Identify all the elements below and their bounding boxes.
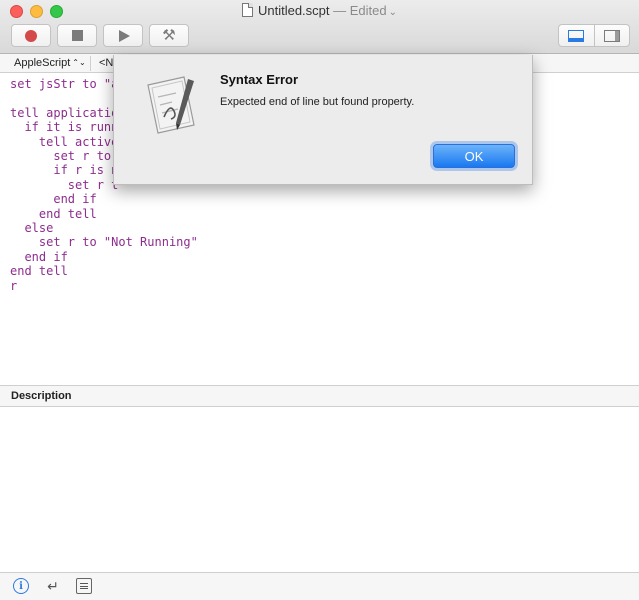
return-icon[interactable]: ↵ — [45, 578, 61, 594]
stop-button[interactable] — [57, 24, 97, 47]
record-icon — [25, 29, 37, 42]
code-line: end if — [10, 249, 68, 264]
window-title[interactable]: Untitled.scpt — Edited ⌄ — [0, 3, 639, 18]
code-line: set r to "Not Running" — [10, 235, 198, 250]
view-segmented-control — [558, 24, 630, 47]
side-pane-icon — [603, 29, 620, 42]
hammer-icon: ⚒ — [162, 27, 176, 44]
dialog-message: Expected end of line but found property. — [220, 96, 415, 108]
play-icon — [119, 29, 130, 42]
stop-icon — [71, 30, 83, 41]
run-button[interactable] — [103, 24, 143, 47]
show-bottom-pane-button[interactable] — [559, 25, 595, 46]
updown-chevron-icon: ⌃⌄ — [72, 58, 86, 67]
dialog-title: Syntax Error — [220, 72, 299, 87]
bottom-pane-icon — [568, 29, 585, 42]
script-editor-window: Untitled.scpt — Edited ⌄ ⚒ AppleScript ⌃⌄ — [0, 0, 639, 600]
title-bar: Untitled.scpt — Edited ⌄ ⚒ — [0, 0, 639, 54]
chevron-down-icon: ⌄ — [388, 7, 398, 18]
code-line: end tell — [10, 206, 97, 221]
compile-button[interactable]: ⚒ — [149, 24, 189, 47]
code-line: else — [10, 221, 54, 236]
record-button[interactable] — [11, 24, 51, 47]
syntax-error-sheet: Syntax Error Expected end of line but fo… — [113, 55, 533, 185]
language-popup[interactable]: AppleScript ⌃⌄ — [14, 57, 86, 69]
edited-indicator: — Edited — [333, 3, 387, 18]
bottom-bar: i ↵ — [0, 572, 639, 600]
code-line: end tell — [10, 264, 68, 279]
handler-label: <N — [99, 57, 114, 69]
document-name: Untitled.scpt — [257, 3, 330, 18]
script-editor-app-icon — [147, 76, 195, 134]
document-icon — [241, 3, 253, 17]
ok-button[interactable]: OK — [433, 144, 515, 168]
description-header: Description — [0, 385, 639, 407]
handler-popup[interactable]: <N — [99, 57, 113, 69]
navbar-divider — [90, 56, 91, 71]
code-line: end if — [10, 192, 97, 207]
language-label: AppleScript — [14, 57, 71, 69]
code-line: r — [10, 278, 18, 293]
description-area[interactable] — [0, 407, 639, 572]
show-side-pane-button[interactable] — [595, 25, 630, 46]
list-icon[interactable] — [76, 578, 92, 594]
info-icon[interactable]: i — [13, 578, 29, 594]
